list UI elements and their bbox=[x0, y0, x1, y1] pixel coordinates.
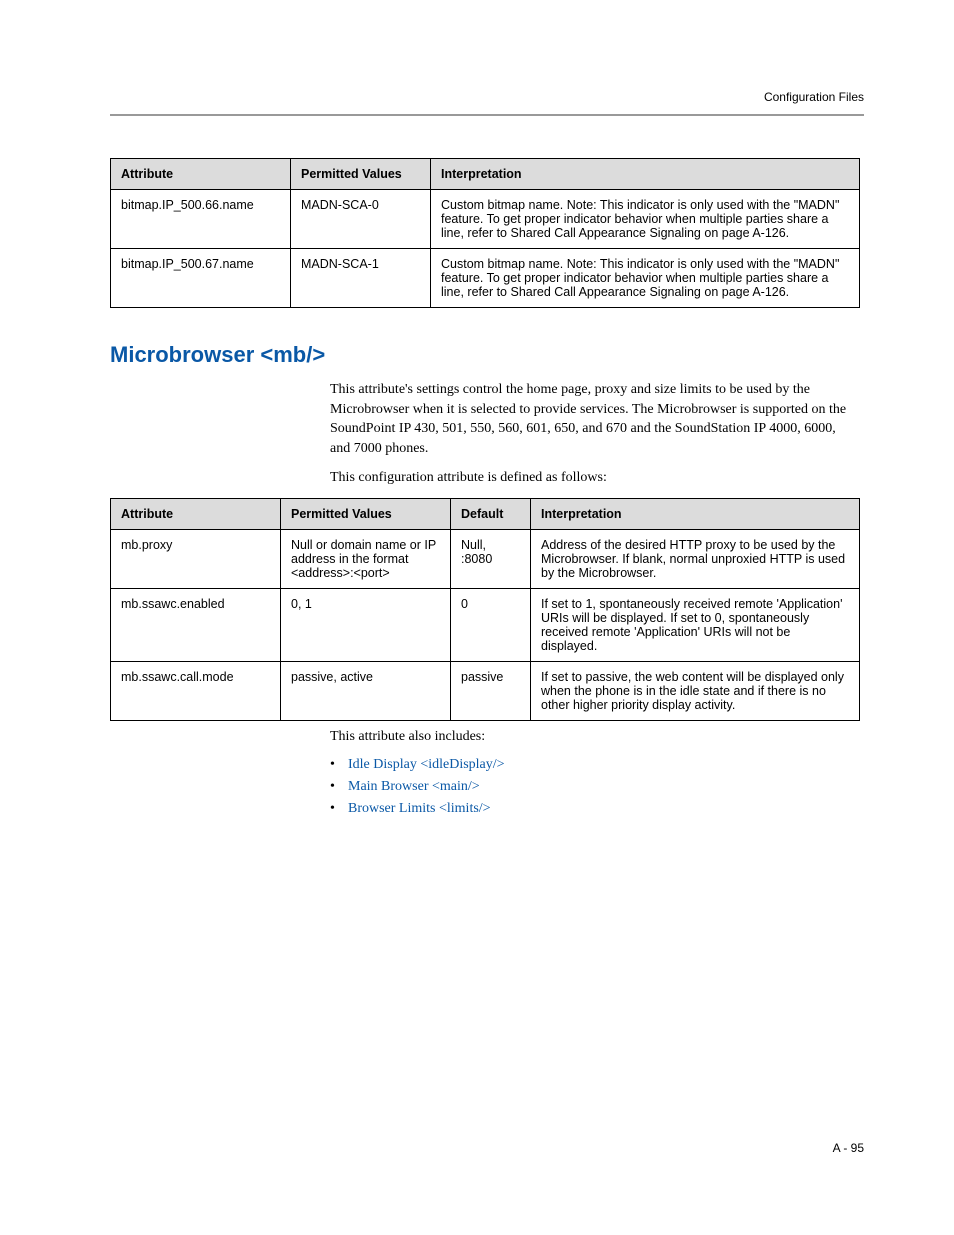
table-mb-attributes: Attribute Permitted Values Default Inter… bbox=[110, 498, 860, 721]
list-item: Idle Display <idleDisplay/> bbox=[330, 757, 850, 773]
paragraph: This attribute also includes: bbox=[330, 727, 850, 747]
running-head: Configuration Files bbox=[764, 90, 864, 104]
cell-permitted: Null or domain name or IP address in the… bbox=[281, 529, 451, 588]
col-header-permitted: Permitted Values bbox=[281, 498, 451, 529]
section-title: Microbrowser <mb/> bbox=[110, 342, 864, 368]
table-row: Attribute Permitted Values Default Inter… bbox=[111, 498, 860, 529]
table-row: bitmap.IP_500.67.name MADN-SCA-1 Custom … bbox=[111, 249, 860, 308]
cell-interpretation: If set to 1, spontaneously received remo… bbox=[531, 588, 860, 661]
link-list: Idle Display <idleDisplay/> Main Browser… bbox=[330, 757, 850, 817]
list-item: Browser Limits <limits/> bbox=[330, 801, 850, 817]
col-header-interpretation: Interpretation bbox=[531, 498, 860, 529]
list-item: Main Browser <main/> bbox=[330, 779, 850, 795]
table-row: mb.ssawc.enabled 0, 1 0 If set to 1, spo… bbox=[111, 588, 860, 661]
table-row: mb.ssawc.call.mode passive, active passi… bbox=[111, 661, 860, 720]
cell-permitted: passive, active bbox=[281, 661, 451, 720]
cell-attribute: mb.proxy bbox=[111, 529, 281, 588]
header-rule bbox=[110, 114, 864, 116]
cell-default: 0 bbox=[451, 588, 531, 661]
cell-default: Null, :8080 bbox=[451, 529, 531, 588]
content-area: Attribute Permitted Values Interpretatio… bbox=[110, 90, 864, 817]
page: Configuration Files Attribute Permitted … bbox=[0, 0, 954, 1235]
paragraph: This attribute's settings control the ho… bbox=[330, 380, 850, 458]
table-bitmap-attributes: Attribute Permitted Values Interpretatio… bbox=[110, 158, 860, 308]
cell-interpretation: Address of the desired HTTP proxy to be … bbox=[531, 529, 860, 588]
cell-interpretation: Custom bitmap name. Note: This indicator… bbox=[431, 190, 860, 249]
table-row: bitmap.IP_500.66.name MADN-SCA-0 Custom … bbox=[111, 190, 860, 249]
paragraph: This configuration attribute is defined … bbox=[330, 468, 850, 488]
table-row: mb.proxy Null or domain name or IP addre… bbox=[111, 529, 860, 588]
cell-default: passive bbox=[451, 661, 531, 720]
cell-permitted: 0, 1 bbox=[281, 588, 451, 661]
col-header-attribute: Attribute bbox=[111, 498, 281, 529]
col-header-attribute: Attribute bbox=[111, 159, 291, 190]
cell-interpretation: Custom bitmap name. Note: This indicator… bbox=[431, 249, 860, 308]
cell-attribute: bitmap.IP_500.67.name bbox=[111, 249, 291, 308]
cell-permitted: MADN-SCA-0 bbox=[291, 190, 431, 249]
page-number: A - 95 bbox=[833, 1141, 864, 1155]
link-main-browser[interactable]: Main Browser <main/> bbox=[348, 779, 480, 794]
section-bullets: This attribute also includes: Idle Displ… bbox=[330, 727, 850, 817]
col-header-interpretation: Interpretation bbox=[431, 159, 860, 190]
link-browser-limits[interactable]: Browser Limits <limits/> bbox=[348, 801, 491, 816]
cell-permitted: MADN-SCA-1 bbox=[291, 249, 431, 308]
cell-attribute: mb.ssawc.enabled bbox=[111, 588, 281, 661]
table-row: Attribute Permitted Values Interpretatio… bbox=[111, 159, 860, 190]
col-header-permitted: Permitted Values bbox=[291, 159, 431, 190]
cell-interpretation: If set to passive, the web content will … bbox=[531, 661, 860, 720]
col-header-default: Default bbox=[451, 498, 531, 529]
section-body: This attribute's settings control the ho… bbox=[330, 380, 850, 488]
cell-attribute: bitmap.IP_500.66.name bbox=[111, 190, 291, 249]
cell-attribute: mb.ssawc.call.mode bbox=[111, 661, 281, 720]
link-idle-display[interactable]: Idle Display <idleDisplay/> bbox=[348, 757, 505, 772]
